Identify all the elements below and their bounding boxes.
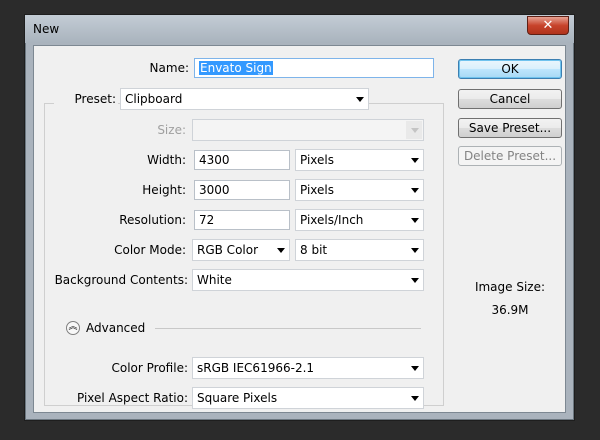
color-mode-label: Color Mode: [114, 243, 186, 257]
window-title: New [33, 22, 60, 36]
height-label: Height: [142, 183, 186, 197]
width-value: 4300 [199, 153, 230, 167]
chevron-down-icon [411, 128, 419, 133]
advanced-divider [155, 328, 421, 329]
new-document-dialog: New ✕ Name: Envato Sign Preset: Clipboar… [24, 14, 575, 421]
chevron-down-icon [411, 278, 419, 283]
background-contents-select[interactable]: White [192, 269, 424, 291]
double-chevron-up-icon[interactable]: ︽ [66, 321, 80, 335]
width-unit-select[interactable]: Pixels [295, 149, 424, 171]
resolution-label: Resolution: [119, 213, 186, 227]
chevron-down-icon [411, 366, 419, 371]
color-profile-label: Color Profile: [111, 361, 189, 375]
chevron-down-icon [356, 97, 364, 102]
pixel-aspect-ratio-value: Square Pixels [197, 391, 278, 405]
background-contents-value: White [197, 273, 232, 287]
chevron-down-icon [411, 158, 419, 163]
chevron-down-icon [411, 188, 419, 193]
pixel-aspect-ratio-label: Pixel Aspect Ratio: [77, 391, 188, 405]
image-size-label: Image Size: [474, 280, 546, 294]
preset-select[interactable]: Clipboard [120, 88, 369, 110]
bit-depth-value: 8 bit [300, 243, 328, 257]
close-icon: ✕ [542, 18, 554, 33]
resolution-value: 72 [199, 213, 215, 227]
chevron-down-icon [411, 396, 419, 401]
image-size-value: 36.9M [491, 303, 529, 317]
resolution-unit-value: Pixels/Inch [300, 213, 364, 227]
preset-label: Preset: [54, 92, 118, 106]
resolution-unit-select[interactable]: Pixels/Inch [295, 209, 424, 231]
bit-depth-select[interactable]: 8 bit [295, 239, 424, 261]
width-unit-value: Pixels [300, 153, 335, 167]
cancel-button[interactable]: Cancel [458, 89, 562, 109]
ok-button[interactable]: OK [458, 59, 562, 79]
chevron-down-icon [411, 218, 419, 223]
size-label: Size: [157, 123, 186, 137]
chevron-down-icon [411, 248, 419, 253]
name-value: Envato Sign [199, 61, 273, 75]
height-unit-value: Pixels [300, 183, 335, 197]
background-contents-label: Background Contents: [54, 273, 188, 287]
color-mode-select[interactable]: RGB Color [192, 239, 290, 261]
size-select[interactable] [192, 119, 424, 141]
color-profile-select[interactable]: sRGB IEC61966-2.1 [192, 357, 424, 379]
save-preset-button[interactable]: Save Preset... [458, 118, 562, 138]
delete-preset-button[interactable]: Delete Preset... [458, 146, 562, 166]
advanced-toggle-label[interactable]: Advanced [86, 321, 145, 335]
height-input[interactable]: 3000 [194, 180, 290, 200]
width-label: Width: [147, 153, 186, 167]
height-value: 3000 [199, 183, 230, 197]
pixel-aspect-ratio-select[interactable]: Square Pixels [192, 387, 424, 409]
width-input[interactable]: 4300 [194, 150, 290, 170]
dialog-content: Name: Envato Sign Preset: Clipboard Size… [33, 45, 566, 413]
close-button[interactable]: ✕ [527, 16, 569, 35]
resolution-input[interactable]: 72 [194, 210, 290, 230]
name-label: Name: [149, 61, 189, 75]
title-bar[interactable]: New ✕ [25, 15, 574, 43]
color-mode-value: RGB Color [197, 243, 259, 257]
name-input[interactable]: Envato Sign [194, 58, 434, 78]
color-profile-value: sRGB IEC61966-2.1 [197, 361, 315, 375]
preset-value: Clipboard [125, 92, 183, 106]
height-unit-select[interactable]: Pixels [295, 179, 424, 201]
chevron-down-icon [277, 248, 285, 253]
